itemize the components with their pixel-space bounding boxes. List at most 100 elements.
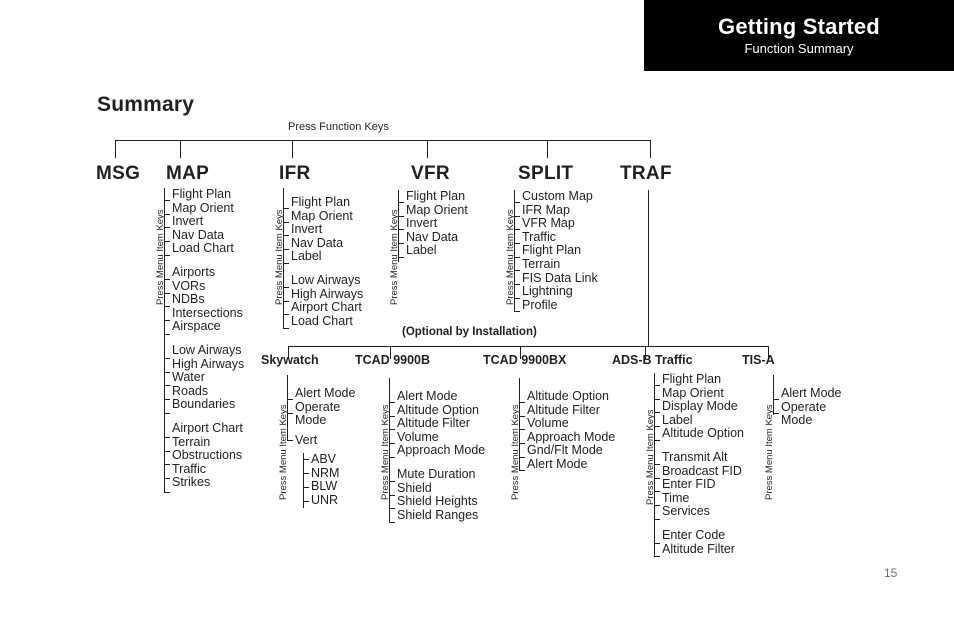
menu-item[interactable]: IFR Map (522, 203, 598, 218)
menu-item[interactable]: Shield Heights (397, 495, 485, 509)
menu-item[interactable]: Map Orient (406, 203, 468, 218)
split-tick (514, 257, 520, 258)
press-function-keys-caption: Press Function Keys (288, 121, 389, 133)
function-key-split[interactable]: SPLIT (518, 163, 573, 185)
menu-item[interactable]: Broadcast FID (662, 464, 744, 479)
menu-item[interactable]: Flight Plan (172, 187, 244, 202)
menu-item[interactable]: Operate Mode (781, 400, 841, 428)
menu-item[interactable]: Low Airways (172, 343, 244, 358)
menu-item[interactable]: Invert (291, 223, 363, 237)
menu-item[interactable]: Flight Plan (406, 189, 468, 204)
menu-item[interactable]: NRM (311, 466, 339, 481)
menu-item[interactable]: Volume (397, 430, 485, 445)
menu-item[interactable]: Invert (172, 215, 244, 229)
menu-item[interactable]: Airport Chart (172, 421, 244, 436)
menu-item[interactable]: ABV (311, 452, 339, 467)
menu-item[interactable]: BLW (311, 480, 339, 494)
menu-item[interactable]: Display Mode (662, 400, 744, 414)
menu-item[interactable]: Map Orient (172, 201, 244, 216)
menu-item[interactable]: Time (662, 491, 744, 506)
menu-item[interactable]: Shield (397, 481, 485, 496)
menu-item[interactable]: Nav Data (291, 236, 363, 251)
menu-item[interactable]: Altitude Option (662, 427, 744, 441)
function-key-vfr[interactable]: VFR (411, 163, 450, 185)
menu-item[interactable]: Services (662, 505, 744, 519)
menu-item[interactable]: Map Orient (291, 209, 363, 224)
menu-item[interactable]: Water (172, 371, 244, 385)
menu-item[interactable]: Gnd/Flt Mode (527, 444, 615, 458)
menu-item[interactable]: Strikes (172, 476, 244, 490)
menu-item[interactable]: Alert Mode (781, 386, 841, 401)
menu-item[interactable]: Terrain (172, 435, 244, 450)
menu-item[interactable]: Roads (172, 384, 244, 399)
menu-item[interactable]: Traffic (522, 230, 598, 245)
menu-item[interactable]: Airspace (172, 320, 244, 334)
menu-item[interactable]: Traffic (172, 462, 244, 477)
menu-item[interactable]: Load Chart (172, 242, 244, 256)
menu-item[interactable]: Volume (527, 417, 615, 431)
split-tick (514, 202, 520, 203)
menu-item[interactable]: Altitude Filter (527, 403, 615, 418)
function-key-ifr[interactable]: IFR (279, 163, 311, 185)
menu-item[interactable]: Load Chart (291, 314, 363, 329)
menu-item[interactable]: Alert Mode (397, 389, 485, 404)
menu-item[interactable]: High Airways (172, 357, 244, 372)
skywatch-vert-tick (303, 473, 309, 474)
skywatch-vert-items: ABV NRM BLW UNR (311, 452, 339, 508)
menu-item[interactable]: Enter FID (662, 478, 744, 492)
menu-item[interactable]: Label (406, 244, 468, 258)
menu-item[interactable]: Nav Data (406, 230, 468, 245)
menu-item[interactable]: Altitude Option (527, 389, 615, 404)
optional-system-tis-a[interactable]: TIS-A (742, 353, 775, 367)
menu-item[interactable]: Lightning (522, 285, 598, 299)
menu-item[interactable]: Enter Code (662, 528, 744, 543)
menu-item[interactable]: Label (662, 413, 744, 428)
function-key-traf[interactable]: TRAF (620, 163, 672, 185)
menu-item[interactable]: Alert Mode (527, 457, 615, 472)
menu-item[interactable]: Obstructions (172, 448, 244, 463)
menu-item[interactable]: Altitude Filter (662, 542, 744, 557)
menu-item[interactable]: Boundaries (172, 398, 244, 412)
menu-item[interactable]: FIS Data Link (522, 271, 598, 286)
menu-item[interactable]: Intersections (172, 306, 244, 321)
menu-item[interactable]: Low Airways (291, 273, 363, 288)
menu-item[interactable]: Custom Map (522, 189, 598, 204)
optional-system-skywatch[interactable]: Skywatch (261, 353, 319, 367)
menu-item[interactable]: Shield Ranges (397, 508, 485, 523)
optional-system-tcad-9900b[interactable]: TCAD 9900B (355, 353, 430, 367)
menu-item[interactable]: Invert (406, 217, 468, 231)
tcad9900b-menu-items: Alert Mode Altitude Option Altitude Filt… (397, 389, 485, 523)
menu-item[interactable]: Profile (522, 298, 598, 313)
menu-item[interactable]: Approach Mode (527, 430, 615, 445)
function-key-msg[interactable]: MSG (96, 163, 140, 185)
menu-item[interactable]: Airports (172, 265, 244, 280)
menu-item[interactable]: Label (291, 250, 363, 264)
function-keys-tick-msg (115, 140, 116, 158)
menu-item[interactable]: Transmit Alt (662, 450, 744, 465)
menu-item[interactable]: High Airways (291, 287, 363, 302)
menu-item-vert[interactable]: Vert (295, 433, 317, 448)
menu-item[interactable]: Altitude Filter (397, 417, 485, 431)
menu-item[interactable]: NDBs (172, 293, 244, 307)
menu-item[interactable]: Airport Chart (291, 301, 363, 315)
function-key-map[interactable]: MAP (166, 163, 209, 185)
menu-item[interactable]: Flight Plan (522, 244, 598, 258)
menu-item[interactable]: UNR (311, 493, 339, 508)
menu-item[interactable]: Mute Duration (397, 467, 485, 482)
menu-item[interactable]: Alert Mode (295, 386, 355, 401)
menu-item[interactable]: Flight Plan (291, 195, 363, 210)
menu-item[interactable]: Nav Data (172, 228, 244, 243)
menu-item[interactable]: Map Orient (662, 386, 744, 401)
menu-item[interactable]: Approach Mode (397, 444, 485, 458)
menu-item[interactable]: VFR Map (522, 217, 598, 231)
skywatch-vert-tick (303, 487, 309, 488)
menu-item[interactable]: Terrain (522, 257, 598, 272)
optional-system-tcad-9900bx[interactable]: TCAD 9900BX (483, 353, 566, 367)
function-keys-tick-vfr (427, 140, 428, 158)
menu-item[interactable]: Operate Mode (295, 400, 355, 428)
optional-by-installation-note: (Optional by Installation) (402, 326, 537, 338)
optional-system-adsb-traffic[interactable]: ADS-B Traffic (612, 353, 693, 367)
menu-item[interactable]: Altitude Option (397, 403, 485, 418)
menu-item[interactable]: Flight Plan (662, 372, 744, 387)
menu-item[interactable]: VORs (172, 279, 244, 294)
